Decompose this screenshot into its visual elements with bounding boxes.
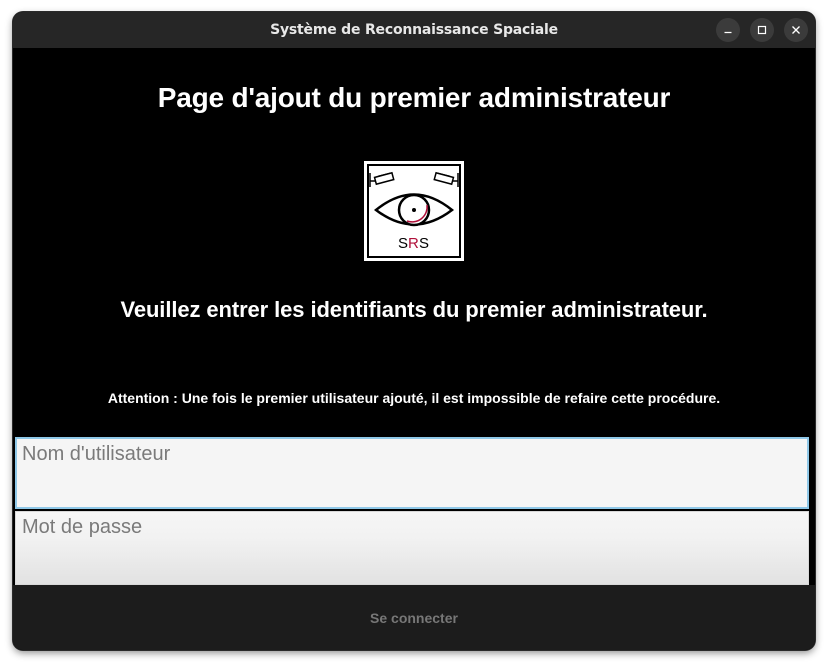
password-field[interactable]: Mot de passe: [15, 511, 809, 585]
maximize-button[interactable]: [750, 18, 774, 42]
page-title: Page d'ajout du premier administrateur: [157, 82, 671, 113]
username-placeholder: Nom d'utilisateur: [22, 443, 171, 465]
password-placeholder: Mot de passe: [22, 516, 143, 538]
instruction-text: Veuillez entrer les identifiants du prem…: [120, 297, 708, 322]
login-button[interactable]: Se connecter: [13, 585, 815, 650]
surveillance-eye-logo-icon: S R S: [367, 164, 461, 258]
window-title: Système de Reconnaissance Spaciale: [270, 22, 558, 38]
close-icon: [792, 26, 800, 34]
username-field[interactable]: Nom d'utilisateur: [15, 437, 809, 509]
warning-text: Attention : Une fois le premier utilisat…: [107, 390, 721, 406]
app-window: Système de Reconnaissance Spaciale Page …: [13, 12, 815, 650]
login-button-label: Se connecter: [370, 609, 458, 626]
svg-text:S: S: [398, 235, 408, 252]
main-content: Page d'ajout du premier administrateur S…: [13, 48, 815, 650]
minimize-button[interactable]: [716, 18, 740, 42]
maximize-icon: [757, 25, 767, 35]
close-button[interactable]: [784, 18, 808, 42]
srs-logo: S R S: [364, 161, 464, 261]
title-bar[interactable]: Système de Reconnaissance Spaciale: [13, 12, 815, 48]
svg-text:R: R: [408, 235, 419, 252]
svg-text:S: S: [419, 235, 429, 252]
minimize-icon: [724, 31, 732, 34]
